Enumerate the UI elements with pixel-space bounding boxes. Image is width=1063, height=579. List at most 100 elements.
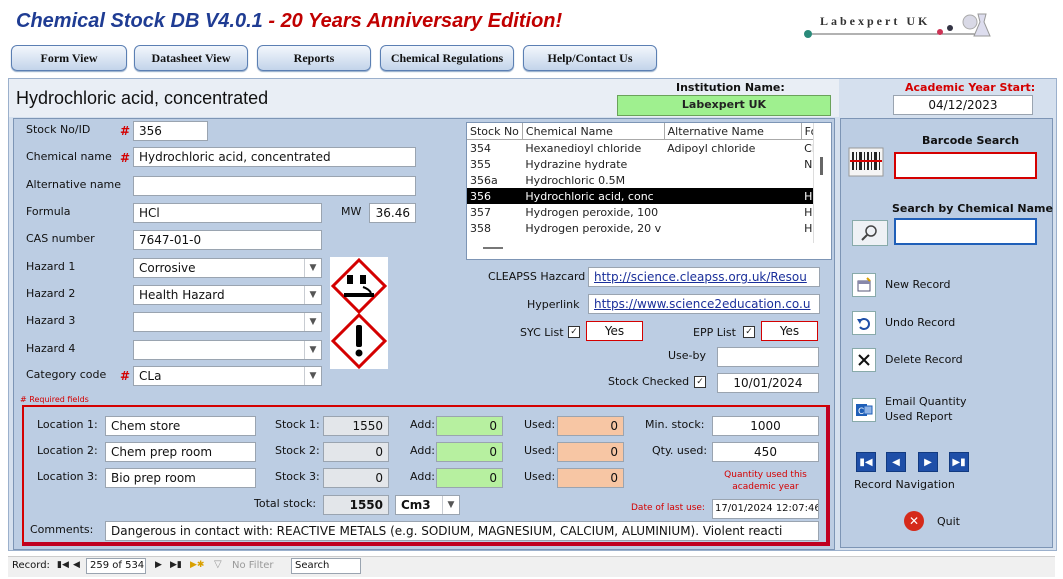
total-stock-field[interactable]: 1550 (323, 495, 389, 515)
mw-label: MW (341, 205, 362, 218)
record-label: Record: (12, 560, 50, 571)
email-report-label[interactable]: Email Quantity Used Report (885, 394, 967, 424)
last-use-field[interactable]: 17/01/2024 12:07:46 (712, 499, 819, 519)
location3-field[interactable]: Bio prep room (105, 468, 256, 488)
delete-record-button[interactable] (852, 348, 876, 372)
alternative-name-field[interactable] (133, 176, 416, 196)
col-stock-no[interactable]: Stock No (467, 123, 523, 140)
table-row[interactable]: 354Hexanedioyl chlorideAdipoyl chlorideC… (467, 140, 826, 157)
prev-record-nav-icon[interactable]: ◀ (73, 560, 80, 570)
barcode-icon[interactable] (848, 146, 884, 178)
table-row-selected[interactable]: 356Hydrochloric acid, concHC (467, 188, 827, 204)
chevron-down-icon[interactable]: ▼ (442, 496, 459, 514)
form-view-button[interactable]: Form View (11, 45, 127, 71)
hazard2-select[interactable]: Health Hazard ▼ (133, 285, 322, 305)
stock1-field[interactable]: 1550 (323, 416, 389, 436)
table-row[interactable]: 357 Hydrogen peroxide, 100 H2 (467, 204, 826, 220)
add2-field[interactable]: 0 (436, 442, 503, 462)
chemical-name-field[interactable]: Hydrochloric acid, concentrated (133, 147, 416, 167)
last-record-icon[interactable]: ▶▮ (949, 452, 969, 472)
academic-year-field[interactable]: 04/12/2023 (893, 95, 1033, 115)
help-contact-button[interactable]: Help/Contact Us (523, 45, 657, 71)
undo-record-button[interactable] (852, 311, 876, 335)
email-report-button[interactable]: O (852, 398, 876, 422)
no-filter-label[interactable]: No Filter (232, 560, 274, 571)
first-record-nav-icon[interactable]: ▮◀ (57, 560, 69, 570)
stock-no-field[interactable]: 356 (133, 121, 208, 141)
col-alternative-name[interactable]: Alternative Name (664, 123, 802, 140)
unit-select[interactable]: Cm3 ▼ (395, 495, 460, 515)
status-search-input[interactable]: Search (291, 558, 361, 574)
stock-checked-checkbox[interactable]: ✓ (694, 376, 706, 388)
table-row[interactable]: 356a Hydrochloric 0.5M (467, 172, 826, 188)
add3-field[interactable]: 0 (436, 468, 503, 488)
next-record-icon[interactable]: ▶ (918, 452, 938, 472)
category-select[interactable]: CLa ▼ (133, 366, 322, 386)
chevron-down-icon[interactable]: ▼ (304, 259, 321, 277)
filter-icon[interactable]: ▽ (214, 559, 222, 570)
chevron-down-icon[interactable]: ▼ (304, 313, 321, 331)
quit-label[interactable]: Quit (937, 515, 960, 528)
use-by-field[interactable] (717, 347, 819, 367)
stock-checked-field[interactable]: 10/01/2024 (717, 373, 819, 393)
formula-field[interactable]: HCl (133, 203, 322, 223)
search-button[interactable] (852, 220, 888, 246)
undo-icon (857, 318, 870, 330)
next-record-nav-icon[interactable]: ▶ (155, 560, 162, 570)
hazard1-select[interactable]: Corrosive ▼ (133, 258, 322, 278)
new-record-button[interactable] (852, 273, 876, 297)
email-line1: Email Quantity (885, 395, 967, 408)
epp-checkbox[interactable]: ✓ (743, 326, 755, 338)
previous-record-icon[interactable]: ◀ (886, 452, 906, 472)
chemical-regulations-button[interactable]: Chemical Regulations (380, 45, 514, 71)
datasheet-view-button[interactable]: Datasheet View (134, 45, 248, 71)
reports-button[interactable]: Reports (257, 45, 371, 71)
table-row[interactable]: 358 Hydrogen peroxide, 20 v H2 (467, 220, 826, 236)
syc-value[interactable]: Yes (586, 321, 643, 341)
add1-field[interactable]: 0 (436, 416, 503, 436)
location2-field[interactable]: Chem prep room (105, 442, 256, 462)
list-scrollbar[interactable] (813, 123, 831, 243)
chevron-down-icon[interactable]: ▼ (304, 367, 321, 385)
min-stock-field[interactable]: 1000 (712, 416, 819, 436)
chemical-list[interactable]: Stock No Chemical Name Alternative Name … (466, 122, 832, 260)
app-title: Chemical Stock DB V4.0.1 - 20 Years Anni… (16, 10, 562, 33)
cell (664, 156, 801, 172)
new-record-label[interactable]: New Record (885, 278, 951, 291)
mw-field[interactable]: 36.46 (369, 203, 416, 223)
qty-used-field[interactable]: 450 (712, 442, 819, 462)
cleapss-link[interactable]: http://science.cleapss.org.uk/Resou (588, 267, 820, 287)
stock3-label: Stock 3: (275, 470, 320, 483)
cas-field[interactable]: 7647-01-0 (133, 230, 322, 250)
used3-field[interactable]: 0 (557, 468, 624, 488)
scrollbar-thumb[interactable] (820, 157, 823, 175)
stock3-field[interactable]: 0 (323, 468, 389, 488)
epp-value[interactable]: Yes (761, 321, 818, 341)
used1-field[interactable]: 0 (557, 416, 624, 436)
barcode-search-input[interactable] (894, 152, 1037, 179)
hazard4-select[interactable]: ▼ (133, 340, 322, 360)
col-chemical-name[interactable]: Chemical Name (522, 123, 665, 140)
last-record-nav-icon[interactable]: ▶▮ (170, 560, 182, 570)
delete-record-label[interactable]: Delete Record (885, 353, 963, 366)
comments-field[interactable]: Dangerous in contact with: REACTIVE META… (105, 521, 819, 541)
location1-field[interactable]: Chem store (105, 416, 256, 436)
table-row[interactable]: 355Hydrazine hydrateNH (467, 156, 826, 172)
app-title-edition: 20 Years Anniversary Edition! (280, 10, 563, 32)
used2-field[interactable]: 0 (557, 442, 624, 462)
chevron-down-icon[interactable]: ▼ (304, 286, 321, 304)
record-position-field[interactable]: 259 of 534 (86, 558, 146, 574)
undo-record-label[interactable]: Undo Record (885, 316, 955, 329)
syc-checkbox[interactable]: ✓ (568, 326, 580, 338)
hazard3-select[interactable]: ▼ (133, 312, 322, 332)
stock2-field[interactable]: 0 (323, 442, 389, 462)
first-record-icon[interactable]: ▮◀ (856, 452, 876, 472)
name-search-input[interactable] (894, 218, 1037, 245)
location1-label: Location 1: (37, 418, 98, 431)
quit-icon[interactable]: ✕ (904, 511, 924, 531)
hyperlink-link[interactable]: https://www.science2education.co.u (588, 294, 820, 314)
new-record-nav-icon[interactable]: ▶✱ (190, 560, 204, 570)
datasheet-view-label: Datasheet View (151, 50, 231, 65)
chevron-down-icon[interactable]: ▼ (304, 341, 321, 359)
horizontal-scroll-thumb[interactable] (483, 247, 503, 249)
